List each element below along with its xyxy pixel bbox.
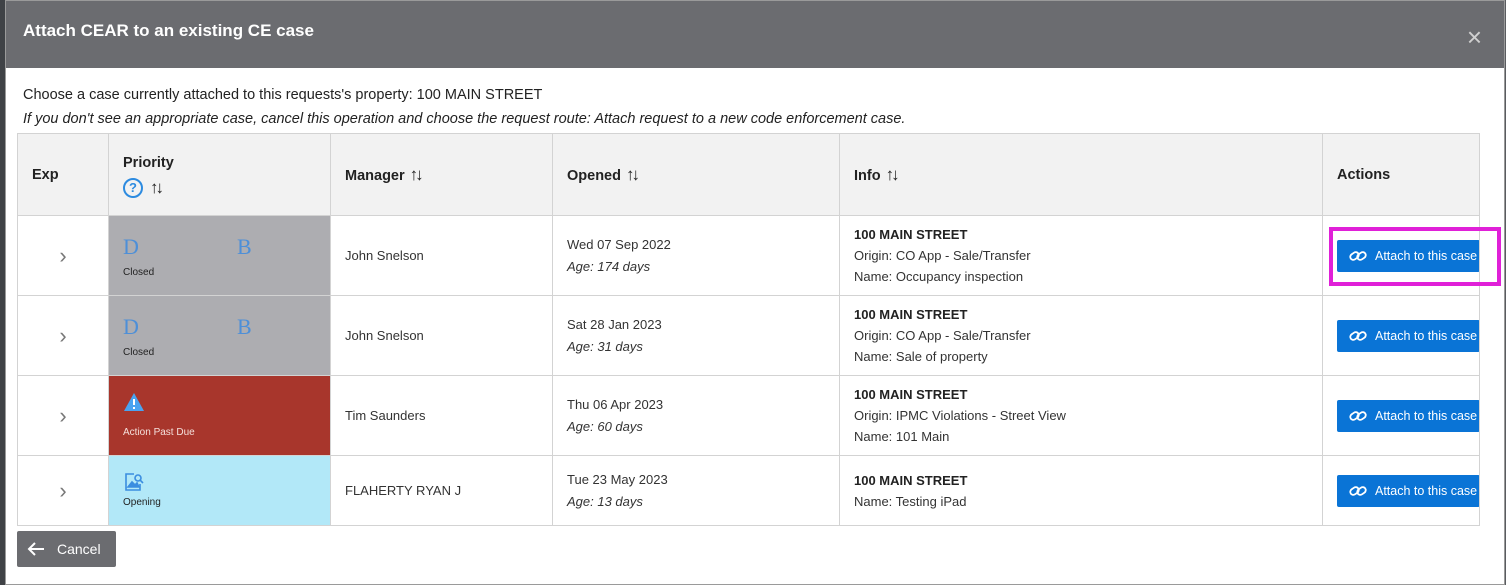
expand-chevron-icon[interactable]: › <box>17 375 109 456</box>
info-name: Name: Occupancy inspection <box>854 269 1024 284</box>
link-icon <box>1349 410 1367 421</box>
opened-date: Wed 07 Sep 2022 <box>567 237 671 252</box>
case-age: Age: 31 days <box>567 339 643 354</box>
table-header-row: Exp Priority ? ↑↓ Manager ↑↓ Opened ↑↓ Inf… <box>17 133 1480 216</box>
column-header-manager[interactable]: Manager ↑↓ <box>330 133 553 216</box>
help-icon[interactable]: ? <box>123 177 143 198</box>
attach-to-case-button[interactable]: Attach to this case <box>1337 319 1480 352</box>
column-label-manager: Manager <box>345 167 405 184</box>
intro-text: Choose a case currently attached to this… <box>6 68 1504 133</box>
attach-button-label: Attach to this case <box>1375 248 1478 263</box>
intro-hint-line: If you don't see an appropriate case, ca… <box>23 111 906 127</box>
info-cell: 100 MAIN STREET Origin: IPMC Violations … <box>839 375 1323 456</box>
table-row: › Action Past Due Tim Saunders Thu 06 Ap… <box>17 375 1480 456</box>
actions-cell: Attach to this case <box>1322 455 1480 526</box>
arrow-left-icon <box>27 542 44 556</box>
column-label-exp: Exp <box>32 166 59 183</box>
opened-cell: Sat 28 Jan 2023 Age: 31 days <box>552 295 840 376</box>
priority-letter-left: D <box>123 314 139 339</box>
info-address: 100 MAIN STREET <box>854 227 968 242</box>
info-name: Name: Testing iPad <box>854 493 967 509</box>
cases-table: Exp Priority ? ↑↓ Manager ↑↓ Opened ↑↓ Inf… <box>17 133 1480 526</box>
opened-date: Tue 23 May 2023 <box>567 472 668 487</box>
info-origin: Origin: CO App - Sale/Transfer <box>854 248 1031 263</box>
priority-letter-left: D <box>123 234 139 259</box>
attach-to-case-button[interactable]: Attach to this case <box>1337 474 1480 507</box>
attach-to-case-button[interactable]: Attach to this case <box>1337 239 1480 272</box>
manager-cell: FLAHERTY RYAN J <box>330 455 553 526</box>
priority-cell: D B Closed <box>108 295 331 376</box>
opened-date: Sat 28 Jan 2023 <box>567 317 662 332</box>
link-icon <box>1349 485 1367 496</box>
opened-cell: Tue 23 May 2023 Age: 13 days <box>552 455 840 526</box>
table-row: › D B Closed John Snelson Wed 07 Sep 202… <box>17 215 1480 296</box>
attach-to-case-button[interactable]: Attach to this case <box>1337 399 1480 432</box>
attach-button-label: Attach to this case <box>1375 408 1478 423</box>
manager-cell: Tim Saunders <box>330 375 553 456</box>
info-name: Name: 101 Main <box>854 429 950 444</box>
priority-letter-right: B <box>237 314 252 339</box>
intro-property-line: Choose a case currently attached to this… <box>23 87 543 103</box>
sort-priority-icon[interactable]: ↑↓ <box>150 178 164 197</box>
column-header-actions: Actions <box>1322 133 1480 216</box>
column-label-info: Info <box>854 167 881 184</box>
opened-cell: Thu 06 Apr 2023 Age: 60 days <box>552 375 840 456</box>
link-icon <box>1349 330 1367 341</box>
manager-cell: John Snelson <box>330 215 553 296</box>
case-age: Age: 13 days <box>567 494 643 509</box>
column-label-actions: Actions <box>1337 166 1391 183</box>
priority-status-label: Action Past Due <box>123 427 195 438</box>
actions-cell: Attach to this case <box>1322 215 1480 296</box>
dialog-title: Attach CEAR to an existing CE case <box>23 20 314 40</box>
column-label-priority: Priority <box>123 154 174 171</box>
sort-info-icon[interactable]: ↑↓ <box>886 165 900 184</box>
warning-icon <box>124 393 144 411</box>
priority-cell: Action Past Due <box>108 375 331 456</box>
table-row: › Opening FLAHERTY RYAN J Tue 23 May 202… <box>17 455 1480 526</box>
link-icon <box>1349 250 1367 261</box>
priority-cell: Opening <box>108 455 331 526</box>
expand-chevron-icon[interactable]: › <box>17 455 109 526</box>
opened-date: Thu 06 Apr 2023 <box>567 397 664 412</box>
cancel-button[interactable]: Cancel <box>17 531 116 567</box>
manager-cell: John Snelson <box>330 295 553 376</box>
info-cell: 100 MAIN STREET Origin: CO App - Sale/Tr… <box>839 295 1323 376</box>
priority-status-label: Closed <box>123 267 155 278</box>
column-header-exp: Exp <box>17 133 109 216</box>
priority-status-label: Closed <box>123 347 155 358</box>
info-address: 100 MAIN STREET <box>854 387 968 402</box>
case-age: Age: 60 days <box>567 419 643 434</box>
case-age: Age: 174 days <box>567 259 651 274</box>
priority-status-label: Opening <box>123 497 161 508</box>
info-cell: 100 MAIN STREET Origin: CO App - Sale/Tr… <box>839 215 1323 296</box>
info-origin: Origin: CO App - Sale/Transfer <box>854 328 1031 343</box>
close-icon[interactable]: × <box>1467 24 1482 50</box>
info-origin: Origin: IPMC Violations - Street View <box>854 408 1066 423</box>
info-name: Name: Sale of property <box>854 349 988 364</box>
column-label-opened: Opened <box>567 167 621 184</box>
priority-cell: D B Closed <box>108 215 331 296</box>
attach-button-label: Attach to this case <box>1375 328 1478 343</box>
info-address: 100 MAIN STREET <box>854 307 968 322</box>
opened-cell: Wed 07 Sep 2022 Age: 174 days <box>552 215 840 296</box>
cancel-button-label: Cancel <box>57 541 101 557</box>
expand-chevron-icon[interactable]: › <box>17 215 109 296</box>
attach-button-label: Attach to this case <box>1375 483 1478 498</box>
table-row: › D B Closed John Snelson Sat 28 Jan 202… <box>17 295 1480 376</box>
column-header-info[interactable]: Info ↑↓ <box>839 133 1323 216</box>
info-address: 100 MAIN STREET <box>854 472 968 488</box>
info-cell: 100 MAIN STREET Name: Testing iPad <box>839 455 1323 526</box>
actions-cell: Attach to this case <box>1322 295 1480 376</box>
column-header-opened[interactable]: Opened ↑↓ <box>552 133 840 216</box>
dialog-header: Attach CEAR to an existing CE case × <box>6 1 1504 68</box>
expand-chevron-icon[interactable]: › <box>17 295 109 376</box>
actions-cell: Attach to this case <box>1322 375 1480 456</box>
priority-letter-right: B <box>237 234 252 259</box>
image-search-icon <box>125 473 144 491</box>
column-header-priority: Priority ? ↑↓ <box>108 133 331 216</box>
sort-manager-icon[interactable]: ↑↓ <box>410 165 424 184</box>
sort-opened-icon[interactable]: ↑↓ <box>626 165 640 184</box>
